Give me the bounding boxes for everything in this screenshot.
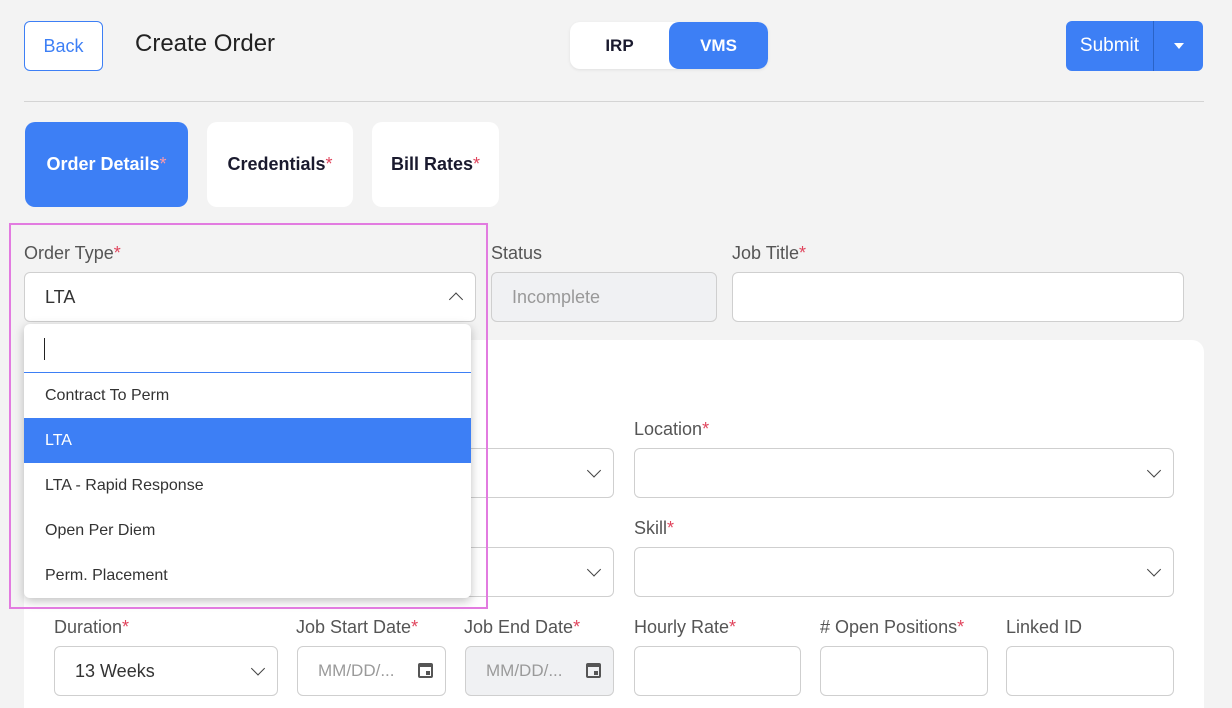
hourly-rate-input[interactable] <box>634 646 801 696</box>
job-start-date-input[interactable]: MM/DD/... <box>297 646 446 696</box>
mode-irp-button[interactable]: IRP <box>570 22 669 69</box>
tab-label: Bill Rates <box>390 154 473 174</box>
duration-value: 13 Weeks <box>75 660 155 681</box>
dropdown-option[interactable]: LTA - Rapid Response <box>24 463 471 508</box>
status-label: Status <box>491 243 543 263</box>
text-cursor <box>44 338 45 360</box>
date-placeholder: MM/DD/... <box>318 661 395 680</box>
tab-bill-rates[interactable]: Bill Rates * <box>372 122 499 207</box>
duration-label: Duration* <box>54 617 130 637</box>
dropdown-option[interactable]: Contract To Perm <box>24 373 471 418</box>
date-placeholder: MM/DD/... <box>486 661 563 680</box>
page-title: Create Order <box>135 30 276 57</box>
skill-label: Skill* <box>634 518 675 538</box>
tab-label: Order Details <box>46 154 160 174</box>
dropdown-option-selected[interactable]: LTA <box>24 418 471 463</box>
dropdown-search-input[interactable] <box>24 324 471 373</box>
linked-id-label: Linked ID <box>1006 617 1083 637</box>
required-marker: * <box>325 154 333 174</box>
submit-button[interactable]: Submit <box>1066 21 1153 71</box>
dropdown-option[interactable]: Open Per Diem <box>24 508 471 553</box>
mode-toggle: IRP VMS <box>570 22 768 69</box>
job-end-date-label: Job End Date* <box>464 617 581 637</box>
job-end-date-input: MM/DD/... <box>465 646 614 696</box>
required-marker: * <box>159 154 167 174</box>
status-value: Incomplete <box>512 286 601 307</box>
chevron-up-icon <box>448 292 464 307</box>
header-divider <box>24 101 1204 102</box>
dropdown-option[interactable]: Perm. Placement <box>24 553 471 598</box>
job-title-input[interactable] <box>732 272 1184 322</box>
chevron-down-icon <box>1146 562 1162 577</box>
chevron-down-icon <box>1146 463 1162 478</box>
required-marker: * <box>473 154 481 174</box>
back-button[interactable]: Back <box>24 21 103 71</box>
skill-select[interactable] <box>634 547 1174 597</box>
order-type-label: Order Type* <box>24 243 121 263</box>
order-type-select[interactable]: LTA <box>24 272 476 322</box>
hourly-rate-label: Hourly Rate* <box>634 617 737 637</box>
open-positions-input[interactable] <box>820 646 988 696</box>
tab-label: Credentials <box>227 154 326 174</box>
chevron-down-icon <box>586 463 602 478</box>
duration-select[interactable]: 13 Weeks <box>54 646 278 696</box>
chevron-down-icon <box>586 562 602 577</box>
calendar-icon[interactable] <box>418 663 433 678</box>
tab-credentials[interactable]: Credentials * <box>207 122 353 207</box>
chevron-down-icon <box>250 661 266 676</box>
submit-options-button[interactable] <box>1153 21 1203 71</box>
tab-order-details[interactable]: Order Details * <box>25 122 188 207</box>
open-positions-label: # Open Positions* <box>820 617 965 637</box>
mode-vms-button[interactable]: VMS <box>669 22 768 69</box>
calendar-icon <box>586 663 601 678</box>
location-label: Location* <box>634 419 710 439</box>
job-start-date-label: Job Start Date* <box>296 617 419 637</box>
submit-button-group: Submit <box>1066 21 1203 71</box>
location-select[interactable] <box>634 448 1174 498</box>
caret-down-icon <box>1173 43 1184 49</box>
order-type-dropdown: Contract To Perm LTA LTA - Rapid Respons… <box>24 324 471 598</box>
job-title-label: Job Title* <box>732 243 807 263</box>
status-field: Incomplete <box>491 272 717 322</box>
linked-id-input[interactable] <box>1006 646 1174 696</box>
order-type-value: LTA <box>45 286 76 307</box>
